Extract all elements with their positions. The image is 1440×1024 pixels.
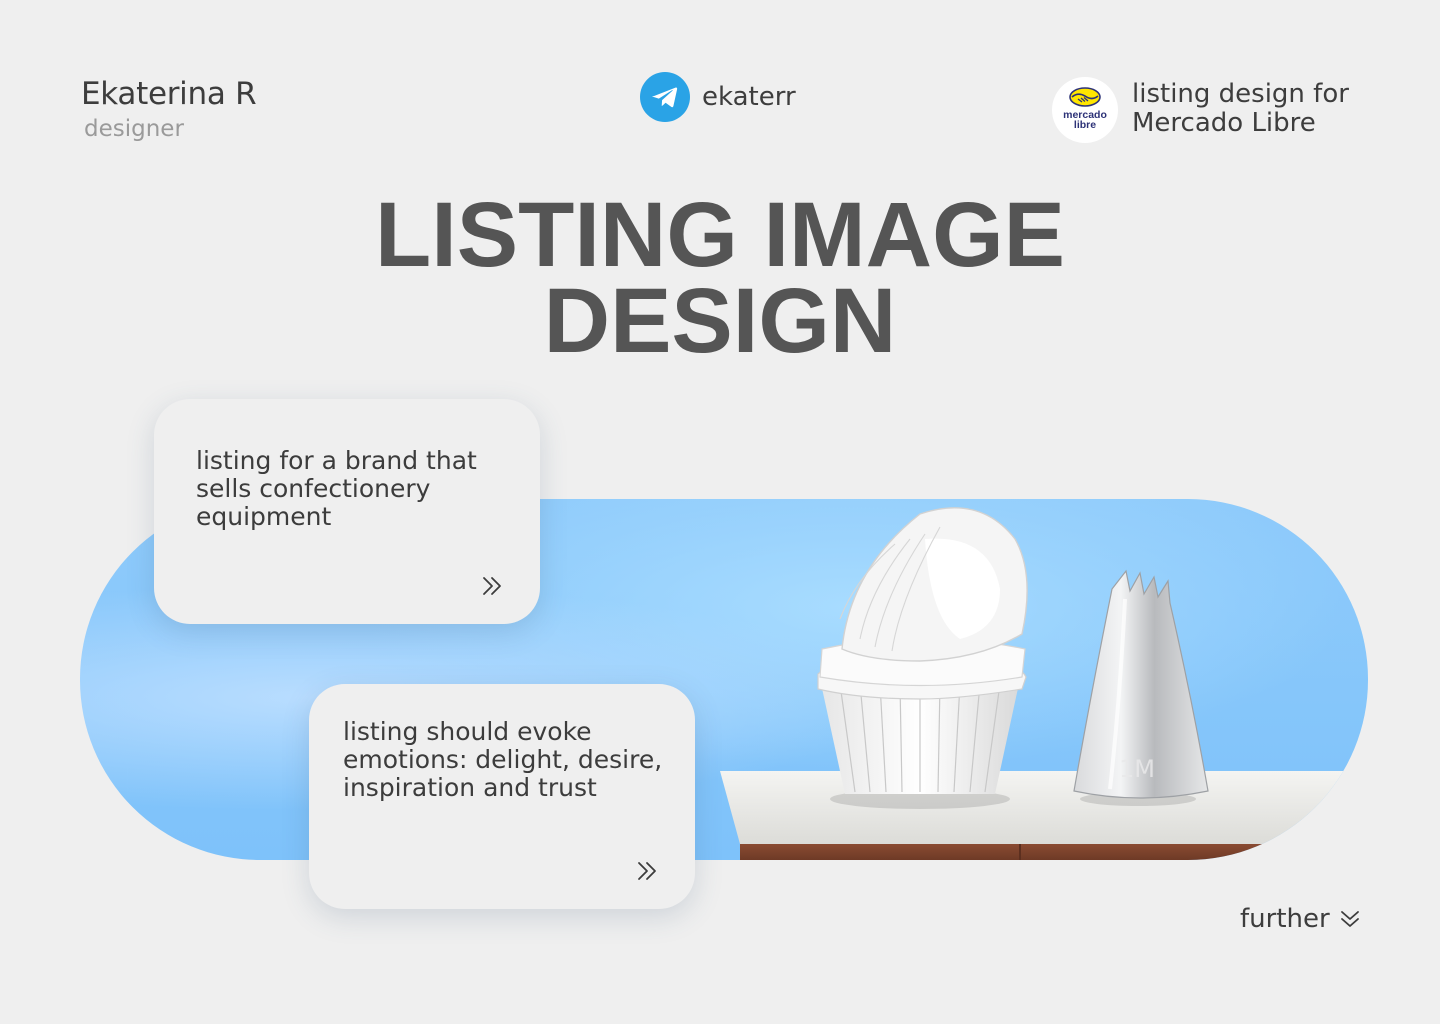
telegram-icon bbox=[640, 72, 690, 122]
author-role: designer bbox=[84, 116, 184, 142]
page-title-line1: LISTING IMAGE bbox=[375, 184, 1065, 286]
mercado-libre-logo: mercado libre bbox=[1052, 77, 1118, 143]
nozzle-label: 1M bbox=[1119, 755, 1155, 783]
further-link[interactable]: further bbox=[1240, 904, 1360, 934]
page-title-line2: DESIGN bbox=[543, 270, 897, 372]
double-chevron-right-icon bbox=[638, 862, 656, 880]
info-card-emotions[interactable]: listing should evoke emotions: delight, … bbox=[309, 684, 695, 909]
double-chevron-down-icon bbox=[1340, 911, 1359, 927]
client-title-line1: listing design for bbox=[1132, 79, 1349, 109]
client-title: listing design for Mercado Libre bbox=[1132, 80, 1349, 138]
info-card-text: listing should evoke emotions: delight, … bbox=[343, 717, 663, 802]
telegram-link[interactable]: ekaterr bbox=[640, 72, 796, 122]
info-card-text: listing for a brand that sells confectio… bbox=[196, 446, 477, 531]
double-chevron-right-icon bbox=[483, 577, 501, 595]
page-title: LISTING IMAGE DESIGN bbox=[0, 184, 1440, 372]
info-card-brand[interactable]: listing for a brand that sells confectio… bbox=[154, 399, 540, 624]
further-label: further bbox=[1240, 904, 1330, 934]
author-name: Ekaterina R bbox=[81, 76, 257, 112]
client-title-line2: Mercado Libre bbox=[1132, 108, 1316, 138]
ml-logo-text-bottom: libre bbox=[1074, 119, 1096, 131]
telegram-handle: ekaterr bbox=[702, 82, 796, 112]
